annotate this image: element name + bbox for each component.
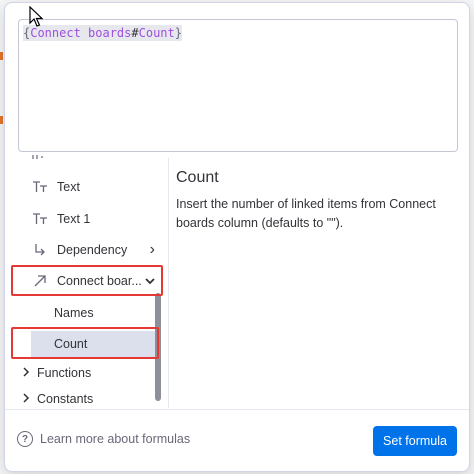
detail-description: Insert the number of linked items from C…: [176, 197, 436, 230]
column-item-label: Text 1: [57, 212, 91, 226]
mouse-cursor-icon: [29, 6, 43, 27]
text-type-icon: [32, 155, 43, 159]
list-scrollbar[interactable]: [155, 293, 161, 401]
formula-close-brace: }: [174, 26, 182, 40]
chevron-right-icon: [23, 366, 37, 380]
category-label: Constants: [37, 392, 94, 406]
category-constants[interactable]: Constants: [23, 388, 93, 408]
chevron-down-icon[interactable]: [145, 274, 155, 288]
formula-editor[interactable]: {Connect boards#Count}: [18, 19, 458, 152]
subitem-count[interactable]: Count: [31, 331, 159, 357]
board-status-cell: [0, 52, 3, 60]
columns-list: Text Text 1 Dependency › Connect boar...: [5, 153, 168, 408]
chevron-right-icon: [23, 392, 37, 406]
set-formula-button[interactable]: Set formula: [373, 426, 457, 456]
detail-title: Count: [176, 169, 219, 186]
column-item-text[interactable]: Text: [29, 173, 168, 201]
subitem-names[interactable]: Names: [31, 300, 159, 326]
formula-token: {Connect boards#Count}: [23, 25, 182, 41]
column-item-label: Connect boar...: [57, 274, 142, 288]
footer-divider: [5, 409, 469, 410]
learn-more-link[interactable]: ? Learn more about formulas: [17, 431, 190, 447]
formula-column-name: Connect boards: [30, 26, 132, 40]
dependency-icon: [29, 243, 51, 257]
column-item-connect-boards[interactable]: Connect boar...: [29, 267, 159, 295]
panel-divider: [168, 158, 169, 408]
category-label: Functions: [37, 366, 92, 380]
column-item-label: Dependency: [57, 243, 128, 257]
column-item-label: Text: [57, 180, 80, 194]
text-type-icon: [29, 213, 51, 225]
learn-more-text: Learn more about formulas: [40, 432, 191, 446]
formula-hash: #: [131, 26, 139, 40]
subitem-label: Names: [54, 306, 94, 320]
column-item-text-1[interactable]: Text 1: [29, 205, 168, 233]
help-icon: ?: [17, 431, 33, 447]
partial-list-item: [31, 155, 61, 161]
subitem-label: Count: [54, 337, 88, 351]
chevron-right-icon[interactable]: ›: [150, 241, 155, 259]
column-item-dependency[interactable]: Dependency ›: [29, 236, 155, 264]
formula-property: Count: [138, 26, 175, 40]
connect-arrow-icon: [29, 274, 51, 288]
formula-dialog: {Connect boards#Count} Text Text 1 Depen…: [4, 2, 470, 472]
text-type-icon: [29, 181, 51, 193]
category-functions[interactable]: Functions: [23, 362, 91, 384]
board-status-cell: [0, 116, 3, 124]
